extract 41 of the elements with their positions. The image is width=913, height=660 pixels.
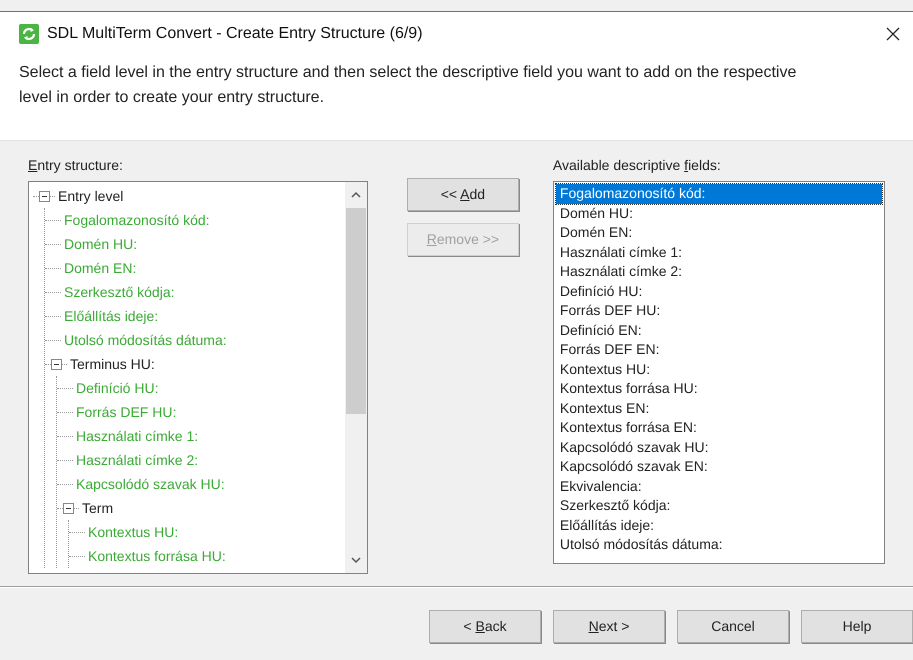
back-button[interactable]: < Back (429, 610, 541, 643)
list-item[interactable]: Definíció HU: (556, 282, 882, 301)
list-item[interactable]: Használati címke 1: (556, 242, 882, 262)
list-item[interactable]: Fogalomazonosító kód: (556, 184, 882, 204)
entry-structure-label: Entry structure: (28, 156, 124, 175)
collapse-icon[interactable] (39, 190, 50, 202)
list-item[interactable]: Kapcsolódó szavak HU: (556, 438, 882, 457)
next-button[interactable]: Next > (553, 610, 665, 643)
close-icon[interactable] (885, 26, 901, 42)
collapse-icon[interactable] (51, 358, 62, 370)
app-logo-icon (19, 24, 39, 44)
list-item[interactable]: Kapcsolódó szavak EN: (556, 457, 882, 476)
help-button[interactable]: Help (801, 610, 913, 643)
list-item[interactable]: Forrás DEF EN: (556, 340, 882, 360)
scroll-up-icon[interactable] (350, 191, 362, 199)
scroll-down-icon[interactable] (350, 556, 362, 564)
tree-item[interactable]: Term (82, 498, 114, 518)
list-item[interactable]: Domén HU: (556, 204, 882, 223)
list-item[interactable]: Definíció EN: (556, 320, 882, 340)
cancel-button[interactable]: Cancel (677, 610, 789, 643)
available-fields-list[interactable] (552, 181, 885, 564)
available-fields-label: Available descriptive fields: (552, 156, 722, 175)
window-title: SDL MultiTerm Convert - Create Entry Structure (6/9) (47, 24, 423, 44)
tree-item[interactable]: Terminus HU: (70, 354, 155, 374)
list-item[interactable]: Előállítás ideje: (556, 516, 882, 535)
add-button[interactable]: << Add (406, 178, 519, 211)
list-item[interactable]: Forrás DEF HU: (556, 301, 882, 320)
list-item[interactable]: Domén EN: (556, 223, 882, 242)
list-item[interactable]: Használati címke 2: (556, 262, 882, 282)
list-item[interactable]: Kontextus EN: (556, 398, 882, 418)
list-item[interactable]: Szerkesztő kódja: (556, 496, 882, 516)
tree-item[interactable]: Entry level (58, 186, 124, 206)
collapse-icon[interactable] (63, 502, 74, 514)
list-item[interactable]: Kontextus forrása HU: (556, 379, 882, 398)
list-item[interactable]: Ekvivalencia: (556, 476, 882, 496)
list-item[interactable]: Kontextus HU: (556, 360, 882, 379)
instructions-text: Select a field level in the entry structure and then select the descriptive field you want to add on the respective level in order to create your entry structure. (18, 63, 798, 108)
scrollbar-thumb[interactable] (346, 208, 366, 414)
scrollbar[interactable] (344, 182, 367, 573)
list-item[interactable]: Utolsó módosítás dátuma: (556, 535, 882, 554)
list-item[interactable]: Kontextus forrása EN: (556, 418, 882, 438)
